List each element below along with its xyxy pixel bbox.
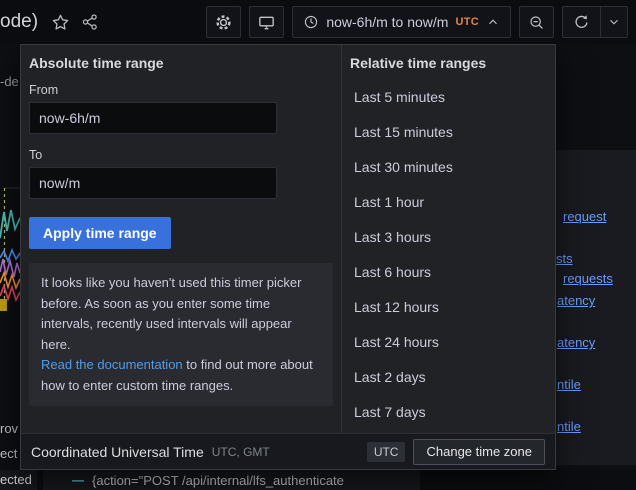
apply-time-range-button[interactable]: Apply time range: [29, 217, 171, 249]
info-text: It looks like you haven't used this time…: [41, 275, 301, 352]
from-input[interactable]: [29, 102, 277, 134]
dashboard-title-fragment: ode): [0, 11, 38, 33]
recent-ranges-info: It looks like you haven't used this time…: [29, 263, 333, 406]
change-time-zone-button[interactable]: Change time zone: [413, 439, 545, 465]
panel-link[interactable]: request: [563, 209, 606, 224]
refresh-icon: [573, 14, 590, 31]
tv-mode-button[interactable]: [249, 6, 284, 38]
from-label: From: [29, 83, 329, 97]
refresh-button[interactable]: [563, 7, 600, 37]
magnifier-minus-icon: [528, 14, 545, 31]
panel-link[interactable]: atency: [557, 335, 595, 350]
dashboard-settings-button[interactable]: [206, 6, 241, 38]
monitor-icon: [257, 13, 276, 32]
grafana-time-picker-screen: -de rov ect request sts requests atency …: [0, 0, 636, 490]
clock-icon: [303, 14, 319, 30]
zoom-out-button[interactable]: [519, 6, 554, 38]
timezone-name: Coordinated Universal Time: [31, 444, 204, 460]
panel-link[interactable]: ntile: [557, 377, 581, 392]
relative-option-last-12-hours[interactable]: Last 12 hours: [342, 290, 555, 325]
bg-text-fragment: rov: [0, 421, 19, 437]
relative-option-last-5-minutes[interactable]: Last 5 minutes: [342, 80, 555, 115]
timezone-badge: UTC: [367, 442, 406, 462]
panel-link[interactable]: requests: [563, 271, 613, 286]
time-range-dropdown: Absolute time range From To Apply time r…: [20, 44, 556, 470]
relative-option-last-24-hours[interactable]: Last 24 hours: [342, 325, 555, 360]
timezone-label: UTC: [455, 16, 479, 28]
read-documentation-link[interactable]: Read the documentation: [41, 357, 183, 372]
relative-option-last-7-days[interactable]: Last 7 days: [342, 395, 555, 430]
to-input[interactable]: [29, 167, 277, 199]
refresh-button-group: [562, 6, 628, 38]
relative-option-last-30-minutes[interactable]: Last 30 minutes: [342, 150, 555, 185]
bg-text-fragment: ected: [0, 470, 37, 490]
share-icon[interactable]: [81, 13, 99, 31]
bg-row-title-fragment: -de: [0, 74, 19, 90]
relative-option-last-3-hours[interactable]: Last 3 hours: [342, 220, 555, 255]
relative-heading: Relative time ranges: [342, 53, 555, 71]
time-range-picker-button[interactable]: now-6h/m to now/m UTC: [292, 6, 511, 38]
time-range-label: now-6h/m to now/m: [326, 14, 448, 30]
absolute-heading: Absolute time range: [29, 55, 329, 71]
panel-link[interactable]: ntile: [557, 419, 581, 434]
legend-series-label[interactable]: {action="POST /api/internal/lfs_authenti…: [92, 473, 344, 488]
panel-link[interactable]: atency: [557, 293, 595, 308]
bg-chart-fragment: [0, 155, 20, 315]
to-label: To: [29, 148, 329, 162]
bg-text-fragment: ect: [0, 446, 19, 462]
chevron-down-icon: [607, 15, 621, 29]
dashboard-topbar: ode) now-6h/m to now/m UTC: [0, 0, 636, 44]
star-icon[interactable]: [51, 13, 70, 32]
chevron-up-icon: [486, 15, 500, 29]
bg-bottom-strip: ected — {action="POST /api/internal/lfs_…: [0, 470, 636, 490]
bg-dashboard-panel: request sts requests atency atency ntile…: [556, 150, 636, 465]
dropdown-body: Absolute time range From To Apply time r…: [21, 45, 555, 433]
relative-option-last-2-days[interactable]: Last 2 days: [342, 360, 555, 395]
relative-option-last-1-hour[interactable]: Last 1 hour: [342, 185, 555, 220]
legend-row: — {action="POST /api/internal/lfs_authen…: [43, 470, 420, 490]
relative-time-ranges-section: Relative time ranges Last 5 minutes Last…: [341, 45, 555, 433]
legend-color-dash: —: [72, 473, 84, 487]
timezone-footer: Coordinated Universal Time UTC, GMT UTC …: [21, 433, 555, 469]
refresh-interval-dropdown[interactable]: [600, 7, 627, 37]
topbar-actions: now-6h/m to now/m UTC: [206, 6, 636, 38]
gear-icon: [214, 13, 233, 32]
timezone-codes: UTC, GMT: [212, 445, 270, 459]
relative-option-last-6-hours[interactable]: Last 6 hours: [342, 255, 555, 290]
absolute-time-range-section: Absolute time range From To Apply time r…: [21, 45, 341, 433]
panel-link[interactable]: sts: [556, 251, 573, 266]
relative-option-last-15-minutes[interactable]: Last 15 minutes: [342, 115, 555, 150]
